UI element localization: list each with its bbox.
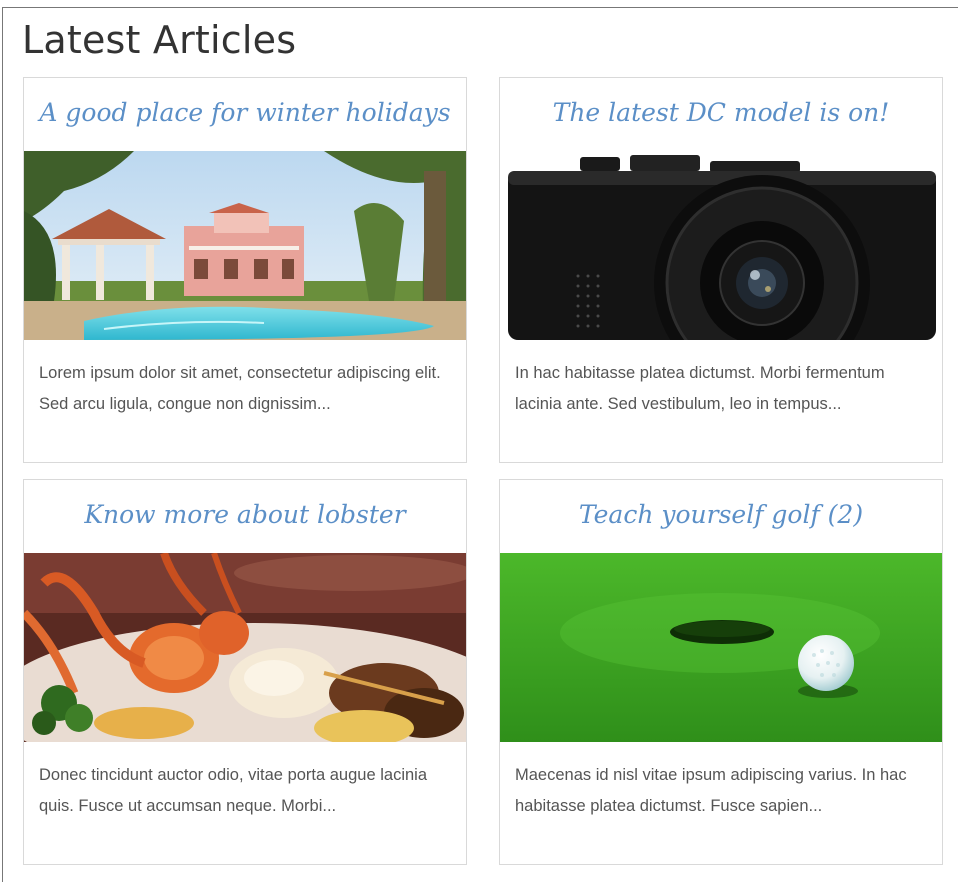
article-image-camera[interactable] [500, 151, 942, 340]
article-image-lobster-dish[interactable] [24, 553, 466, 742]
article-title-link[interactable]: Teach yourself golf (2) [500, 480, 942, 552]
article-excerpt: Donec tincidunt auctor odio, vitae porta… [39, 766, 427, 815]
article-title-link[interactable]: The latest DC model is on! [500, 78, 942, 150]
article-card: Teach yourself golf (2) Maecenas id nisl… [499, 479, 943, 865]
article-image-golf-ball[interactable] [500, 553, 942, 742]
article-card: A good place for winter holidays Lorem i… [23, 77, 467, 463]
article-card: Know more about lobster Donec tincidunt … [23, 479, 467, 865]
article-title-link[interactable]: Know more about lobster [24, 480, 466, 552]
article-image-resort-pool[interactable] [24, 151, 466, 340]
article-card: The latest DC model is on! In hac habita… [499, 77, 943, 463]
article-title-link[interactable]: A good place for winter holidays [24, 78, 466, 150]
article-excerpt: Maecenas id nisl vitae ipsum adipiscing … [515, 766, 907, 815]
article-excerpt: In hac habitasse platea dictumst. Morbi … [515, 364, 885, 413]
section-title: Latest Articles [22, 18, 297, 62]
article-excerpt: Lorem ipsum dolor sit amet, consectetur … [39, 364, 441, 413]
